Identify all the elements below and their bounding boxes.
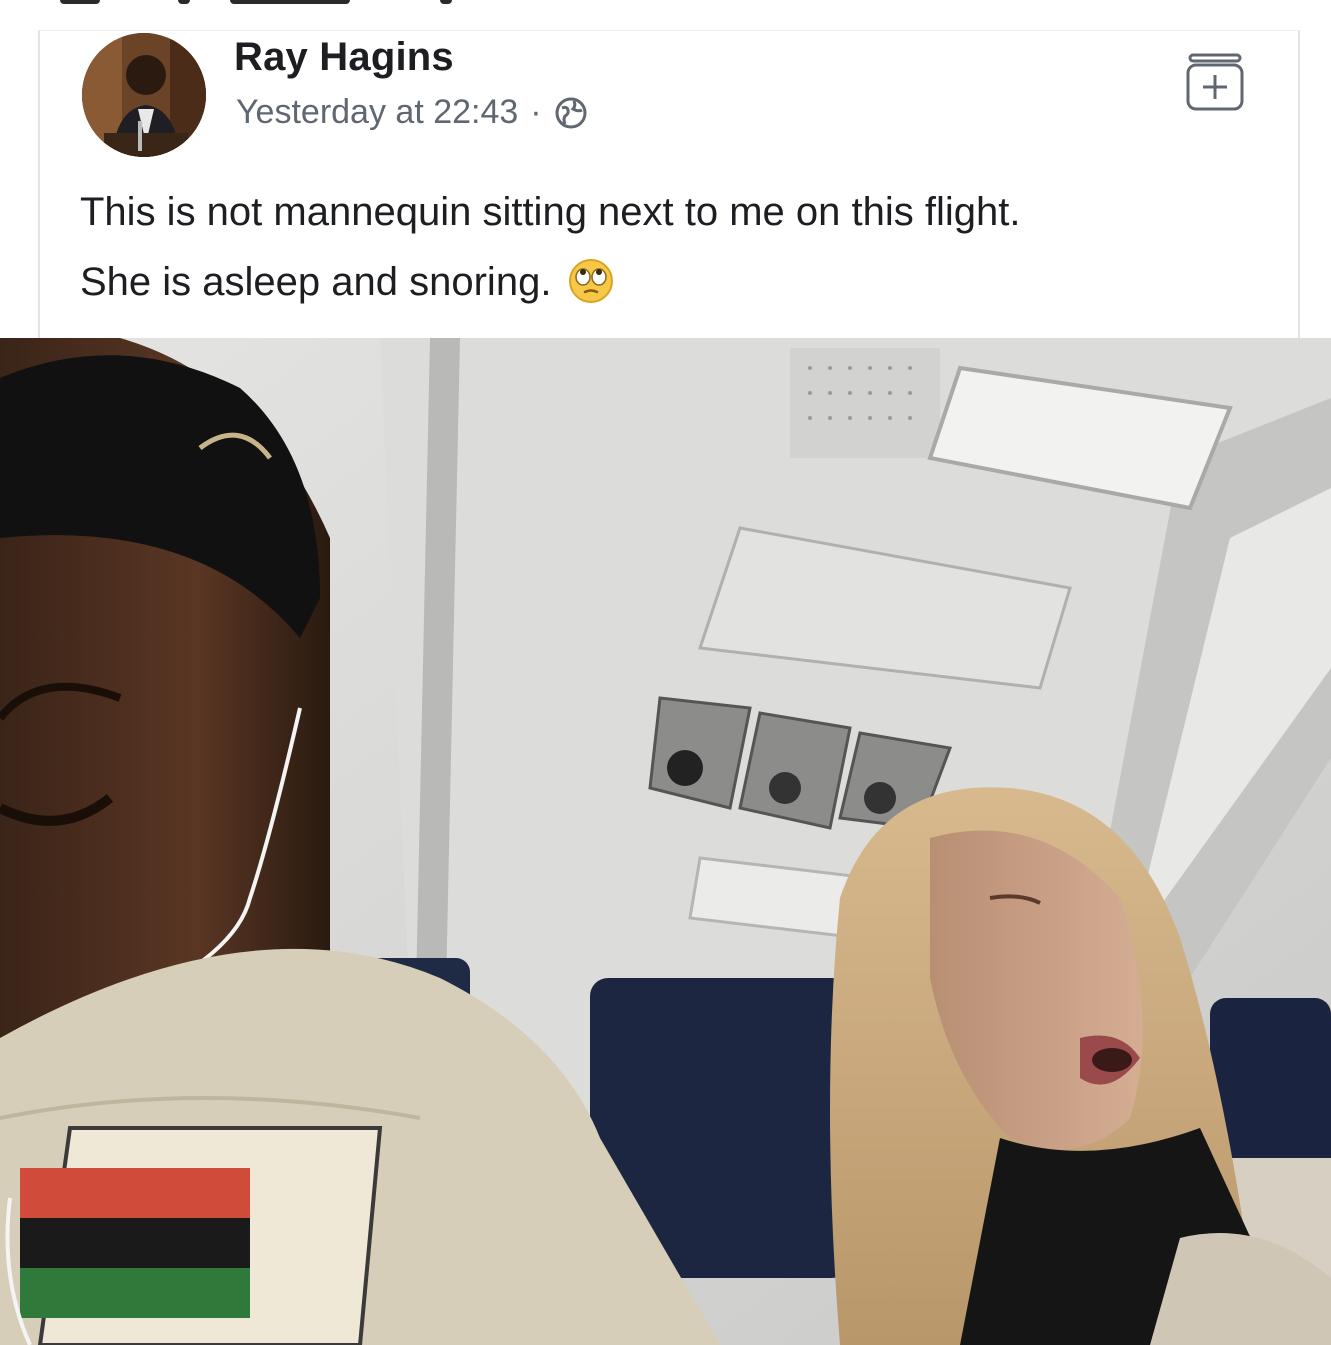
post-text-line: She is asleep and snoring. — [80, 260, 552, 304]
post-meta: Yesterday at 22:43 · — [236, 93, 588, 132]
post-text-line-with-emoji: She is asleep and snoring. — [80, 247, 1260, 317]
post-timestamp[interactable]: Yesterday at 22:43 — [236, 93, 518, 132]
facebook-post-screenshot: Ray Hagins Yesterday at 22:43 · This is — [0, 0, 1331, 1345]
face-with-rolling-eyes-emoji-icon — [567, 257, 615, 305]
meta-separator: · — [530, 93, 542, 131]
avatar-image — [82, 33, 206, 157]
cropped-header — [0, 0, 1331, 30]
save-post-icon — [1186, 53, 1244, 111]
airplane-selfie-image — [0, 338, 1331, 1345]
post-text-line: This is not mannequin sitting next to me… — [80, 190, 1021, 234]
post-card: Ray Hagins Yesterday at 22:43 · This is — [38, 30, 1300, 339]
globe-icon[interactable] — [554, 96, 588, 130]
cropped-text-fragment — [230, 0, 350, 4]
post-photo[interactable] — [0, 338, 1331, 1345]
save-post-button[interactable] — [1182, 49, 1248, 115]
author-name[interactable]: Ray Hagins — [234, 35, 454, 80]
cropped-text-fragment — [60, 0, 100, 4]
cropped-text-fragment — [440, 0, 452, 4]
avatar[interactable] — [82, 33, 206, 157]
post-body: This is not mannequin sitting next to me… — [80, 177, 1260, 317]
cropped-text-fragment — [178, 0, 190, 4]
